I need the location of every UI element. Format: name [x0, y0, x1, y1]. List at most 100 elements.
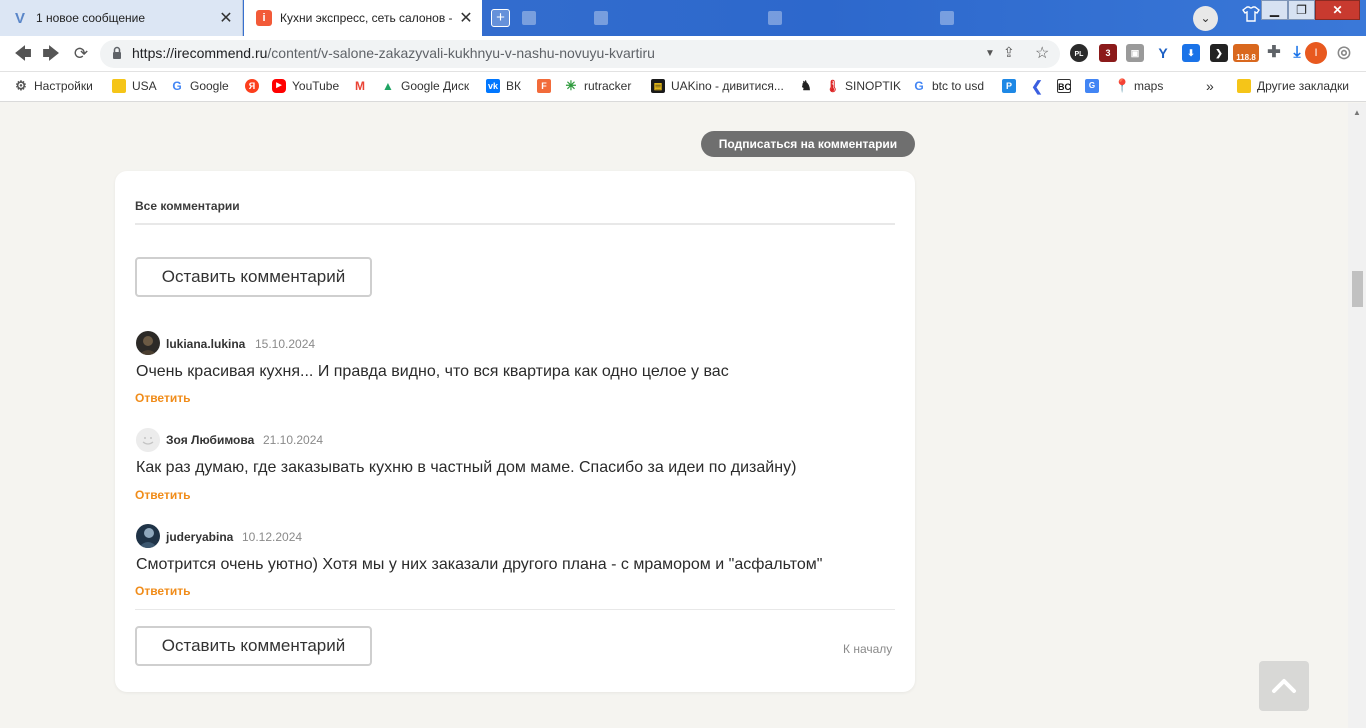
- background-tab[interactable]: [594, 8, 744, 28]
- bookmark-label: ВК: [506, 79, 521, 93]
- avatar[interactable]: [136, 331, 160, 355]
- reply-link[interactable]: Ответить: [135, 488, 190, 502]
- background-tab[interactable]: [940, 8, 1090, 28]
- bookmark-gmail[interactable]: M: [353, 78, 367, 94]
- reply-link[interactable]: Ответить: [135, 584, 190, 598]
- thermometer-icon: 🌡: [825, 79, 841, 93]
- comment-date: 15.10.2024: [255, 337, 316, 351]
- bookmark-translate[interactable]: G: [1085, 78, 1099, 94]
- downloads-icon[interactable]: ⤓: [1288, 44, 1306, 62]
- reload-icon[interactable]: ⟳: [70, 44, 92, 64]
- bookmarks-overflow[interactable]: »: [1206, 78, 1214, 94]
- scrollbar-thumb[interactable]: [1352, 271, 1363, 307]
- chrome-menu-icon[interactable]: ◎: [1335, 44, 1353, 62]
- tab-title: 1 новое сообщение: [36, 11, 146, 25]
- puzzle-extensions-icon[interactable]: ✚: [1265, 44, 1283, 62]
- v-logo-icon: V: [14, 9, 25, 27]
- folder-icon: [112, 79, 126, 93]
- globe-pl-extension-icon[interactable]: PL: [1070, 44, 1088, 62]
- bookmark-youtube[interactable]: ▶ YouTube: [272, 78, 339, 94]
- subscribe-comments-button[interactable]: Подписаться на комментарии: [701, 131, 915, 157]
- minimize-button[interactable]: ▁: [1261, 0, 1288, 20]
- bookmark-star-icon[interactable]: ☆: [1035, 43, 1049, 63]
- back-icon[interactable]: 🡄: [12, 44, 34, 64]
- bookmark-other-bookmarks[interactable]: Другие закладки: [1237, 78, 1349, 94]
- avatar[interactable]: [136, 428, 160, 452]
- comments-card: [115, 171, 915, 692]
- to-top-link[interactable]: К началу: [843, 642, 892, 656]
- download-extension-icon[interactable]: ⬇: [1182, 44, 1200, 62]
- new-tab-button[interactable]: +: [491, 9, 510, 27]
- share-icon[interactable]: ⇪: [1003, 44, 1015, 61]
- bookmark-label: USA: [132, 79, 157, 93]
- bookmark-label: Google: [190, 79, 229, 93]
- uakino-icon: ▤: [651, 79, 665, 93]
- close-icon[interactable]: ✕: [216, 8, 236, 28]
- profile-avatar[interactable]: I: [1305, 42, 1327, 64]
- bookmark-bc[interactable]: BC: [1057, 78, 1071, 94]
- counter-extension-icon[interactable]: 118.8: [1233, 44, 1259, 62]
- background-tab[interactable]: [522, 8, 582, 28]
- extension-badge: 118.8: [1236, 53, 1256, 62]
- bookmark-uakino[interactable]: ▤ UAKino - дивитися...: [651, 78, 784, 94]
- yandex-icon: Я: [245, 79, 259, 93]
- overflow-label: »: [1206, 78, 1214, 94]
- bookmark-label: maps: [1134, 79, 1164, 93]
- bookmark-label: btc to usd: [932, 79, 985, 93]
- bookmark-label: SINOPTIK: [845, 79, 902, 93]
- maximize-button[interactable]: ❐: [1288, 0, 1315, 20]
- close-window-button[interactable]: ✕: [1315, 0, 1360, 20]
- comment-text: Очень красивая кухня... И правда видно, …: [136, 363, 729, 380]
- tab-messages[interactable]: V 1 новое сообщение ✕: [0, 0, 243, 36]
- bookmark-google-drive[interactable]: ▲ Google Диск: [381, 78, 469, 94]
- bookmark-btc-to-usd[interactable]: G btc to usd: [912, 78, 984, 94]
- folder-icon: [1237, 79, 1251, 93]
- url-host: https://irecommend.ru: [132, 45, 268, 61]
- bookmark-chess[interactable]: ♞: [799, 78, 813, 94]
- comment-author[interactable]: juderyabina: [166, 530, 233, 544]
- leave-comment-button-bottom[interactable]: Оставить комментарий: [135, 626, 372, 666]
- bookmark-yandex[interactable]: Я: [245, 78, 259, 94]
- bookmark-settings[interactable]: ⚙ Настройки: [14, 78, 93, 94]
- bookmark-maps[interactable]: 📍 maps: [1114, 78, 1163, 94]
- url-path: /content/v-salone-zakazyvali-kukhnyu-v-n…: [267, 45, 655, 61]
- p-icon: P: [1002, 79, 1016, 93]
- google-icon: G: [914, 79, 924, 93]
- drive-icon: ▲: [382, 79, 394, 93]
- close-icon[interactable]: ✕: [456, 8, 476, 28]
- avatar[interactable]: [136, 524, 160, 548]
- forward-icon[interactable]: 🡆: [40, 44, 62, 64]
- scroll-to-top-button[interactable]: [1259, 661, 1309, 711]
- background-tab[interactable]: [768, 8, 918, 28]
- lock-icon[interactable]: [112, 46, 122, 60]
- leave-comment-button[interactable]: Оставить комментарий: [135, 257, 372, 297]
- bookmark-usa[interactable]: USA: [112, 78, 157, 94]
- omnibox-dropdown-icon[interactable]: ▼: [985, 48, 995, 59]
- bookmark-vk[interactable]: vk ВК: [486, 78, 521, 94]
- terminal-extension-icon[interactable]: ❯: [1210, 44, 1228, 62]
- bookmark-f[interactable]: F: [537, 78, 551, 94]
- briefcase-extension-icon[interactable]: ▣: [1126, 44, 1144, 62]
- reply-link[interactable]: Ответить: [135, 391, 190, 405]
- f-icon: F: [537, 79, 551, 93]
- chevron-icon: ❮: [1031, 78, 1043, 94]
- scroll-up-arrow[interactable]: ▲: [1352, 108, 1362, 117]
- shield-extension-icon[interactable]: 3: [1099, 44, 1117, 62]
- tab-irecommend[interactable]: i Кухни экспресс, сеть салонов - «В ✕: [244, 0, 482, 36]
- comment-text: Как раз думаю, где заказывать кухню в ча…: [136, 459, 797, 476]
- shirt-icon[interactable]: [1242, 6, 1260, 24]
- comment-author[interactable]: Зоя Любимова: [166, 433, 254, 447]
- youtube-icon: ▶: [272, 79, 286, 93]
- url-text[interactable]: https://irecommend.ru/content/v-salone-z…: [132, 45, 655, 61]
- bookmark-google[interactable]: G Google: [170, 78, 229, 94]
- tab-search-button[interactable]: ⌄: [1193, 6, 1218, 31]
- divider: [135, 223, 895, 225]
- scrollbar-track[interactable]: [1348, 103, 1366, 728]
- divider: [135, 609, 895, 610]
- v-extension-icon[interactable]: Y: [1154, 44, 1172, 62]
- bookmark-rutracker[interactable]: ✳ rutracker: [564, 78, 632, 94]
- bookmark-sinoptik[interactable]: 🌡 SINOPTIK: [825, 78, 901, 94]
- bookmark-chevron[interactable]: ❮: [1030, 78, 1044, 94]
- bookmark-p[interactable]: P: [1002, 78, 1016, 94]
- comment-author[interactable]: lukiana.lukina: [166, 337, 245, 351]
